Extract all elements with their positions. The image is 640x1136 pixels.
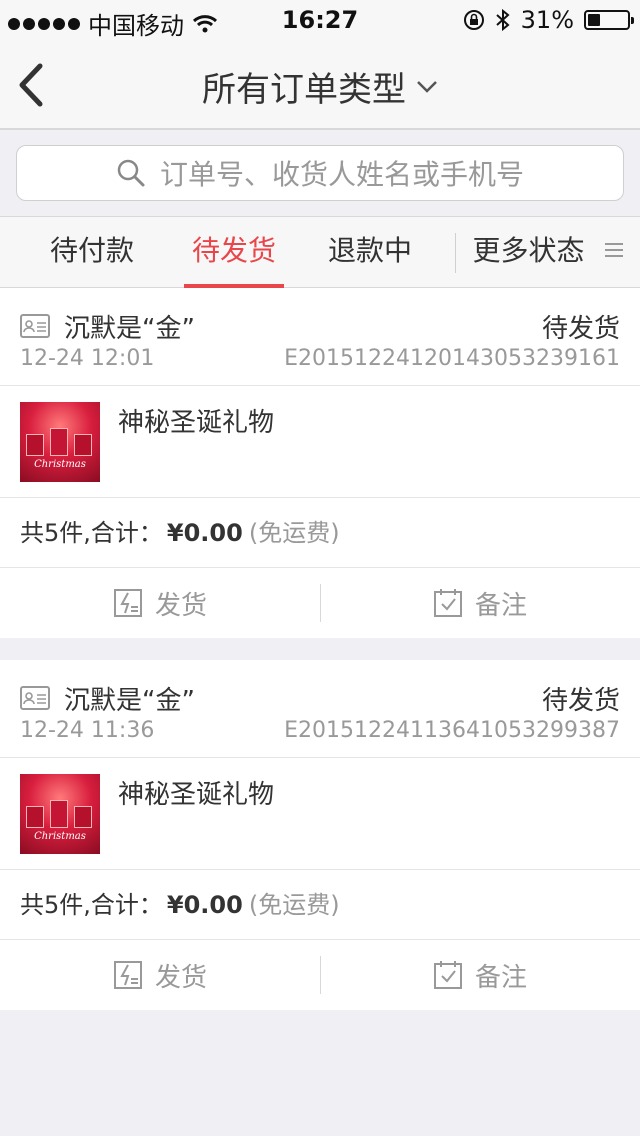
- contact-card-icon: [20, 686, 50, 710]
- note-label: 备注: [474, 962, 527, 993]
- buyer-name: 沉默是“金”: [64, 314, 195, 344]
- ship-icon: [113, 589, 142, 617]
- summary-count: 共5件,合计：: [20, 891, 163, 919]
- action-divider: [320, 956, 321, 994]
- ship-label: 发货: [154, 962, 207, 993]
- search-area: 订单号、收货人姓名或手机号: [0, 130, 640, 216]
- order-summary: 共5件,合计： ¥0.00 (免运费): [0, 870, 640, 940]
- ship-button[interactable]: 发货: [0, 568, 320, 638]
- order-product[interactable]: Christmas 神秘圣诞礼物: [0, 386, 640, 498]
- product-thumbnail: Christmas: [20, 402, 100, 482]
- order-product[interactable]: Christmas 神秘圣诞礼物: [0, 758, 640, 870]
- status-bar: 中国移动 16:27 31%: [0, 0, 640, 40]
- order-header: 沉默是“金” 待发货 12-24 12:01 E2015122412014305…: [0, 288, 640, 386]
- order-header: 沉默是“金” 待发货 12-24 11:36 E2015122411364105…: [0, 660, 640, 758]
- battery-percent: 31%: [520, 6, 574, 34]
- rotation-lock-icon: [463, 10, 484, 30]
- tab-pending-shipment[interactable]: 待发货: [184, 217, 284, 288]
- order-amount: ¥0.00: [166, 891, 243, 919]
- order-time: 12-24 11:36: [20, 718, 155, 743]
- ship-icon: [113, 961, 142, 989]
- action-divider: [320, 584, 321, 622]
- tab-more-status[interactable]: 更多状态: [456, 217, 640, 287]
- order-amount: ¥0.00: [166, 519, 243, 547]
- calendar-check-icon: [433, 589, 462, 617]
- tab-label: 待发货: [191, 234, 276, 267]
- menu-icon: [605, 243, 624, 257]
- product-name: 神秘圣诞礼物: [118, 780, 275, 810]
- status-tabs: 待付款 待发货 退款中 更多状态: [0, 216, 640, 288]
- order-separator: [0, 638, 640, 660]
- shipping-note: (免运费): [248, 891, 340, 919]
- thumbnail-caption: Christmas: [34, 459, 86, 470]
- status-right: 31%: [463, 6, 634, 34]
- order-summary: 共5件,合计： ¥0.00 (免运费): [0, 498, 640, 568]
- search-placeholder: 订单号、收货人姓名或手机号: [159, 158, 524, 191]
- order-status: 待发货: [541, 686, 620, 716]
- tab-label: 退款中: [327, 234, 412, 267]
- order-card[interactable]: 沉默是“金” 待发货 12-24 12:01 E2015122412014305…: [0, 288, 640, 638]
- calendar-check-icon: [433, 961, 462, 989]
- page-title: 所有订单类型: [202, 70, 406, 110]
- thumbnail-caption: Christmas: [34, 831, 86, 842]
- order-time: 12-24 12:01: [20, 346, 155, 371]
- nav-bar: 所有订单类型: [0, 40, 640, 130]
- note-button[interactable]: 备注: [320, 568, 640, 638]
- product-thumbnail: Christmas: [20, 774, 100, 854]
- summary-count: 共5件,合计：: [20, 519, 163, 547]
- chevron-down-icon: [417, 80, 437, 93]
- search-input[interactable]: 订单号、收货人姓名或手机号: [16, 145, 624, 201]
- bluetooth-icon: [495, 8, 510, 32]
- order-status: 待发货: [541, 314, 620, 344]
- note-label: 备注: [474, 590, 527, 621]
- buyer-name: 沉默是“金”: [64, 686, 195, 716]
- tab-pending-payment[interactable]: 待付款: [0, 217, 184, 287]
- ship-button[interactable]: 发货: [0, 940, 320, 1010]
- order-actions: 发货 备注: [0, 568, 640, 638]
- tab-label: 待付款: [49, 234, 134, 267]
- battery-icon: [584, 10, 634, 30]
- tab-refunding[interactable]: 退款中: [284, 217, 456, 287]
- tab-label: 更多状态: [472, 234, 585, 267]
- search-icon: [117, 159, 145, 187]
- note-button[interactable]: 备注: [320, 940, 640, 1010]
- order-actions: 发货 备注: [0, 940, 640, 1010]
- order-number: E20151224113641053299387: [284, 718, 620, 743]
- order-number: E20151224120143053239161: [284, 346, 620, 371]
- ship-label: 发货: [154, 590, 207, 621]
- shipping-note: (免运费): [248, 519, 340, 547]
- battery-level-fill: [588, 14, 600, 26]
- contact-card-icon: [20, 314, 50, 338]
- product-name: 神秘圣诞礼物: [118, 408, 275, 438]
- order-type-selector[interactable]: 所有订单类型: [0, 62, 640, 111]
- order-card[interactable]: 沉默是“金” 待发货 12-24 11:36 E2015122411364105…: [0, 660, 640, 1010]
